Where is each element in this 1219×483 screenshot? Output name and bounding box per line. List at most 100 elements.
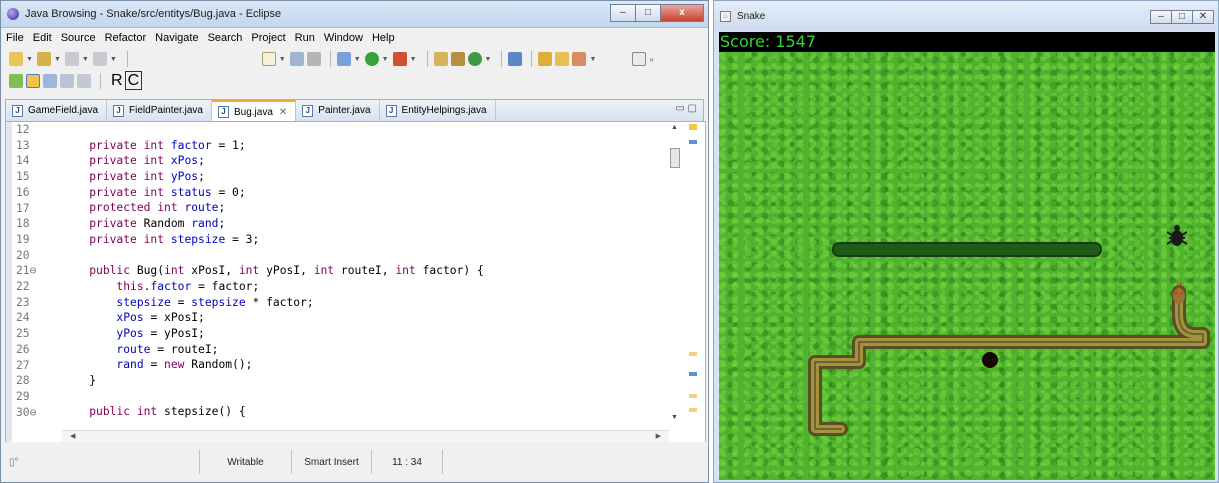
code-token: ; (198, 170, 205, 184)
menu-file[interactable]: File (6, 32, 24, 44)
menu-run[interactable]: Run (295, 32, 315, 44)
tab-gamefield[interactable]: J GameField.java (6, 100, 108, 121)
code-token: = routeI; (150, 342, 219, 356)
keyword-token: new (164, 358, 192, 372)
code-token: Random (143, 217, 192, 231)
field-token: xPos (170, 154, 199, 168)
code-line[interactable] (62, 389, 669, 405)
open-perspective-icon[interactable] (632, 52, 647, 66)
new-file-icon[interactable] (261, 52, 276, 66)
keyword-token: private int (89, 170, 171, 184)
debug-icon[interactable] (336, 52, 351, 66)
menu-edit[interactable]: Edit (33, 32, 52, 44)
code-line[interactable]: private int status = 0; (62, 185, 669, 201)
menu-source[interactable]: Source (61, 32, 96, 44)
minimize-maximize-editor-icon[interactable]: ▭ ▢ (675, 103, 697, 114)
code-line[interactable]: this.factor = factor; (62, 279, 669, 295)
open-type-icon[interactable] (508, 52, 523, 66)
code-line[interactable]: private Random rand; (62, 216, 669, 232)
code-text[interactable]: private int factor = 1; private int xPos… (62, 122, 669, 420)
previous-annotation-icon[interactable] (36, 52, 51, 66)
tab-entityhelpings[interactable]: J EntityHelpings.java (380, 100, 496, 121)
code-editor[interactable]: 12 13 14 15 16 17 18 19 20 21⊖ 22 23 24 25 26 27 28 29 30⊖… (5, 121, 706, 443)
line-number: 15 (16, 170, 30, 184)
code-line[interactable]: rand = new Random(); (62, 357, 669, 373)
new-class-icon[interactable] (450, 52, 465, 66)
scrollbar-thumb[interactable] (670, 148, 680, 168)
print-icon[interactable] (306, 52, 321, 66)
snake-titlebar[interactable]: ♨ Snake – □ ✕ (714, 1, 1218, 31)
block-selection-icon[interactable] (60, 74, 74, 88)
snake-minimize-button[interactable]: – (1150, 10, 1172, 24)
code-token: * factor; (245, 295, 314, 309)
run-icon[interactable] (364, 52, 379, 66)
back-icon[interactable] (64, 52, 79, 66)
forward-icon[interactable] (92, 52, 107, 66)
overview-marker[interactable] (689, 352, 697, 356)
code-line[interactable] (62, 122, 669, 138)
code-line[interactable]: stepsize = stepsize * factor; (62, 295, 669, 311)
snake-maximize-button[interactable]: □ (1171, 10, 1193, 24)
code-line[interactable]: xPos = xPosI; (62, 310, 669, 326)
new-package-icon[interactable] (433, 52, 448, 66)
code-line[interactable]: public int stepsize() { (62, 404, 669, 420)
menu-window[interactable]: Window (324, 32, 363, 44)
overview-marker[interactable] (689, 408, 697, 412)
tab-bug[interactable]: J Bug.java ✕ (211, 100, 297, 122)
menu-project[interactable]: Project (251, 32, 285, 44)
bug-sprite (1166, 225, 1188, 246)
overview-marker[interactable] (689, 394, 697, 398)
rc-plugin-buttons[interactable]: RC (111, 71, 143, 90)
overview-marker[interactable] (689, 124, 697, 130)
code-line[interactable]: public Bug(int xPosI, int yPosI, int rou… (62, 263, 669, 279)
toggle-breadcrumb-icon[interactable] (43, 74, 57, 88)
code-line[interactable]: private int yPos; (62, 169, 669, 185)
line-number: 23 (16, 295, 30, 309)
pin-icon[interactable] (9, 74, 23, 88)
snake-window-controls: – □ ✕ (1150, 4, 1214, 24)
java-file-icon: J (302, 104, 314, 117)
code-line[interactable]: } (62, 373, 669, 389)
overview-marker[interactable] (689, 140, 697, 144)
field-token: rand (191, 217, 219, 231)
new-java-element-icon[interactable] (467, 52, 482, 66)
save-icon[interactable] (289, 52, 304, 66)
line-number: 13 (16, 138, 30, 152)
horizontal-scrollbar[interactable]: ◀ ▶ (62, 430, 669, 442)
overview-marker[interactable] (689, 372, 697, 376)
toggle-mark-occurrences-icon[interactable] (26, 74, 40, 88)
next-annotation-icon[interactable] (9, 52, 23, 66)
maximize-button[interactable]: □ (635, 4, 661, 22)
code-token: = 0; (211, 185, 246, 199)
close-tab-icon[interactable]: ✕ (279, 107, 287, 118)
tab-painter[interactable]: J Painter.java (296, 100, 380, 121)
eclipse-titlebar[interactable]: Java Browsing - Snake/src/entitys/Bug.ja… (1, 1, 708, 28)
external-tools-icon[interactable] (392, 52, 407, 66)
search-icon[interactable] (538, 52, 553, 66)
code-line[interactable]: route = routeI; (62, 342, 669, 358)
code-line[interactable]: protected int route; (62, 200, 669, 216)
code-line[interactable]: yPos = yPosI; (62, 326, 669, 342)
pencil-icon[interactable] (572, 52, 587, 66)
tab-fieldpainter[interactable]: J FieldPainter.java (107, 100, 212, 121)
open-folder-icon[interactable] (555, 52, 570, 66)
code-line[interactable] (62, 248, 669, 264)
snake-close-button[interactable]: ✕ (1192, 10, 1214, 24)
menu-refactor[interactable]: Refactor (105, 32, 147, 44)
code-line[interactable]: private int factor = 1; (62, 138, 669, 154)
fast-view-icon[interactable]: ▯° (9, 457, 199, 468)
menu-navigate[interactable]: Navigate (155, 32, 198, 44)
vertical-scrollbar[interactable]: ▲ ▼ (669, 124, 681, 424)
menu-help[interactable]: Help (372, 32, 395, 44)
minimize-button[interactable]: – (610, 4, 636, 22)
keyword-token: private (89, 217, 144, 231)
game-field[interactable] (719, 52, 1215, 480)
close-button[interactable]: x (660, 4, 704, 22)
show-whitespace-icon[interactable] (77, 74, 91, 88)
code-line[interactable]: private int stepsize = 3; (62, 232, 669, 248)
menu-search[interactable]: Search (208, 32, 243, 44)
window-title: Java Browsing - Snake/src/entitys/Bug.ja… (25, 8, 282, 20)
code-line[interactable]: private int xPos; (62, 153, 669, 169)
